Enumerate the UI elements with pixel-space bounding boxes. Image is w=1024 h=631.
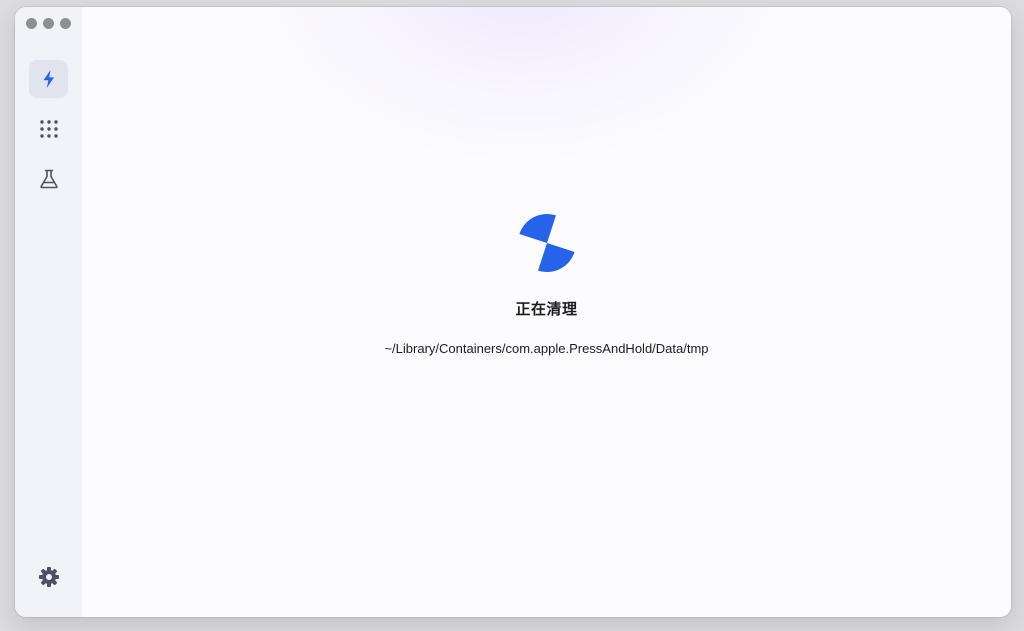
app-window: 正在清理 ~/Library/Containers/com.apple.Pres…: [15, 7, 1011, 617]
close-window-button[interactable]: [26, 18, 37, 29]
current-path: ~/Library/Containers/com.apple.PressAndH…: [384, 341, 709, 356]
sidebar-item-apps[interactable]: [29, 110, 68, 148]
main-content: 正在清理 ~/Library/Containers/com.apple.Pres…: [82, 7, 1011, 617]
sidebar-item-lab[interactable]: [29, 160, 68, 198]
sidebar: [15, 7, 83, 617]
settings-button[interactable]: [29, 558, 68, 596]
gear-icon: [38, 567, 59, 587]
bolt-icon: [43, 70, 54, 88]
sidebar-item-clean[interactable]: [29, 60, 68, 98]
window-controls: [26, 18, 71, 29]
grid-dots-icon: [39, 120, 58, 138]
minimize-window-button[interactable]: [43, 18, 54, 29]
status-title: 正在清理: [515, 301, 578, 318]
zoom-window-button[interactable]: [60, 18, 71, 29]
flask-icon: [39, 169, 58, 189]
loading-spinner-icon: [519, 214, 575, 272]
background-glow: [242, 7, 802, 167]
